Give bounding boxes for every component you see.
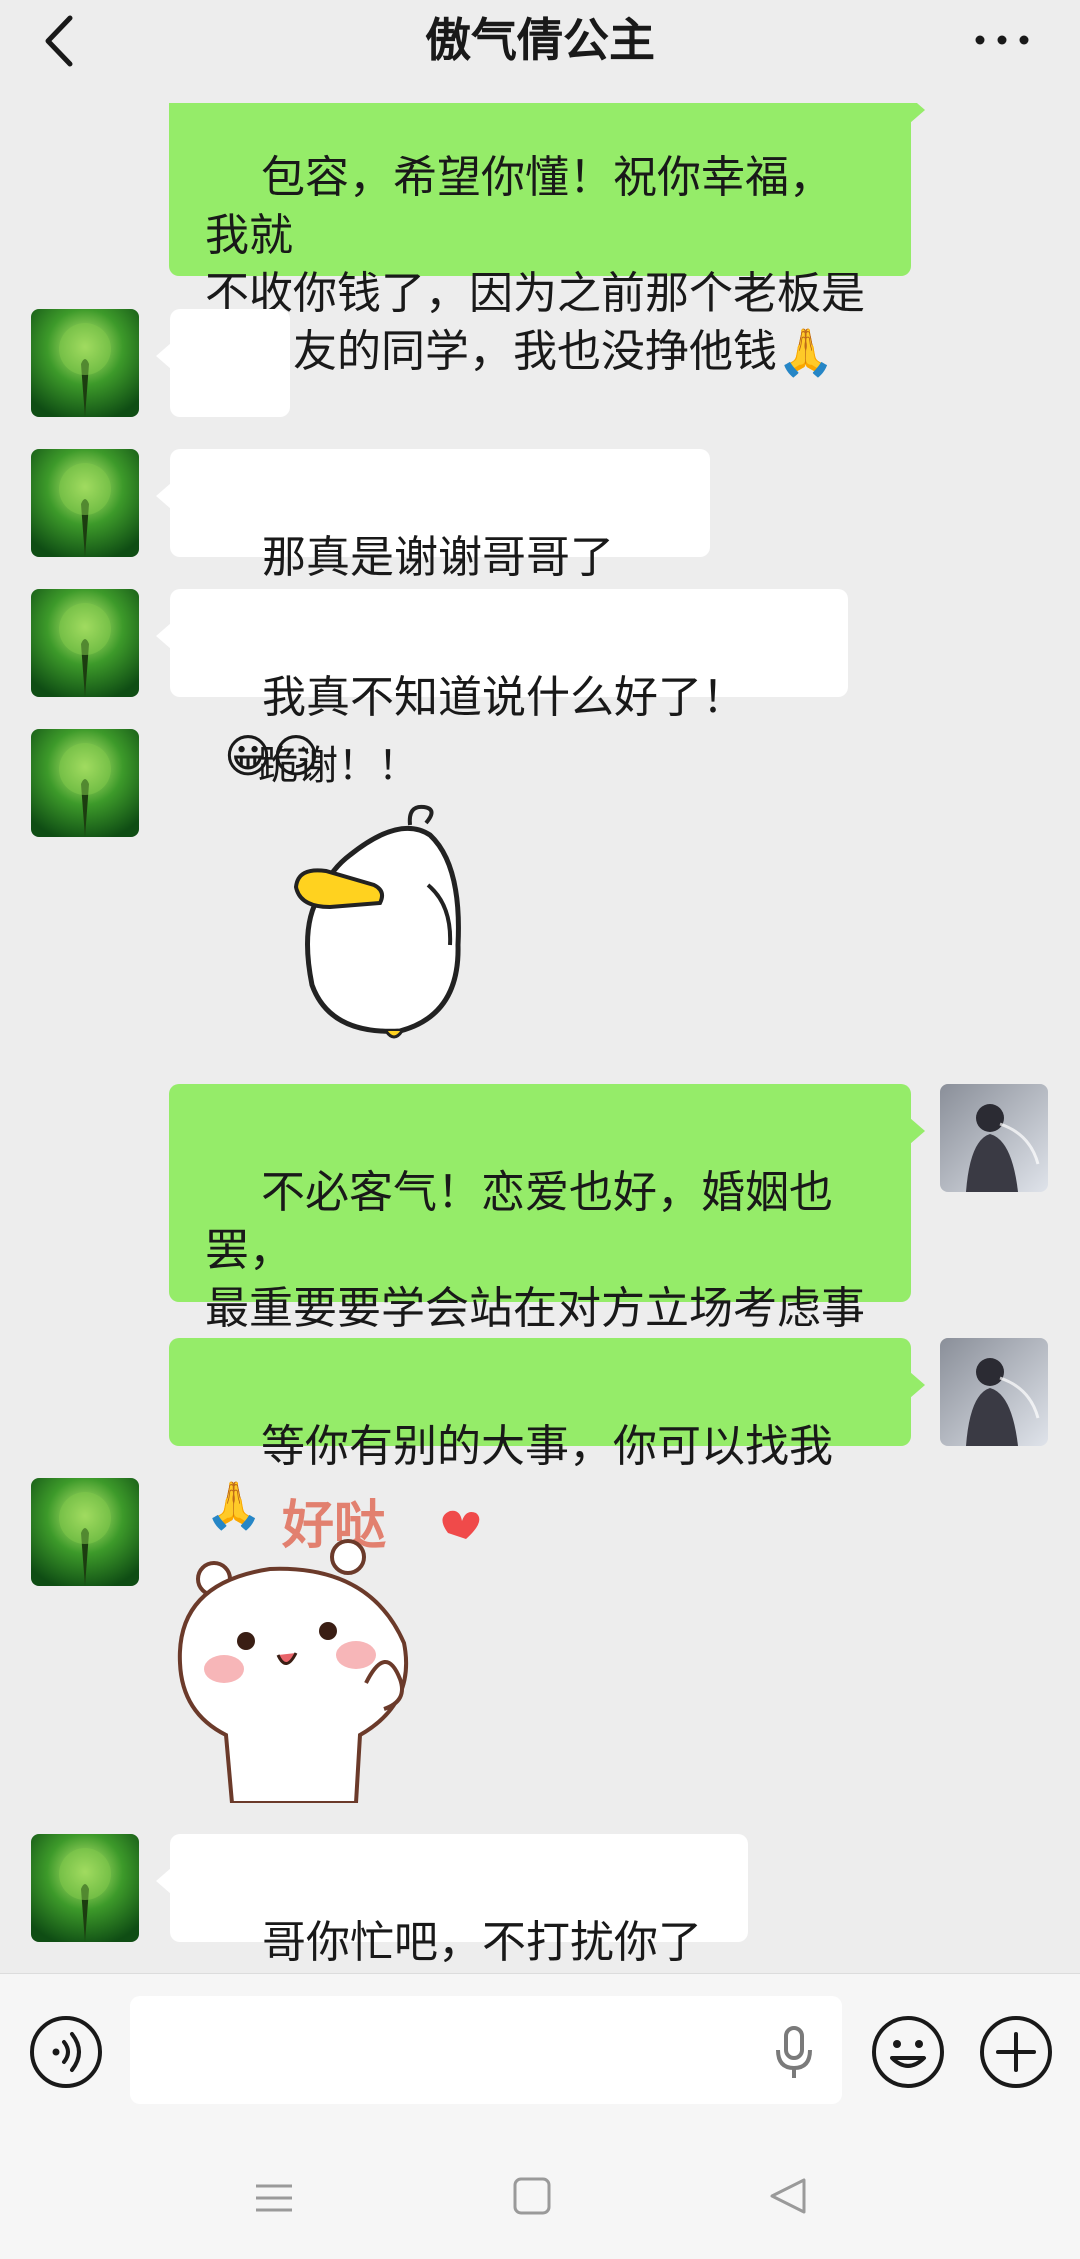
avatar-contact[interactable]: [31, 589, 139, 697]
message-bubble-outgoing[interactable]: 包容，希望你懂！祝你幸福，我就 不收你钱了，因为之前那个老板是 我朋友的同学，我…: [169, 103, 925, 379]
avatar-self[interactable]: [940, 1084, 1048, 1192]
more-dots-icon[interactable]: [972, 30, 1032, 50]
message-bubble-incoming[interactable]: 😍: [156, 309, 290, 503]
message-input[interactable]: [130, 1996, 842, 2104]
chat-title: 傲气倩公主: [425, 13, 655, 67]
avatar-contact[interactable]: [31, 449, 139, 557]
duck-sticker[interactable]: 跪谢！！: [250, 725, 510, 1045]
avatar-image: [31, 589, 139, 697]
avatar-contact[interactable]: [31, 1478, 139, 1586]
home-square-icon[interactable]: [512, 2176, 552, 2216]
plus-circle-icon[interactable]: [978, 2014, 1054, 2090]
message-text: 包容，希望你懂！祝你幸福，我就 不收你钱了，因为之前那个老板是 我朋友的同学，我…: [205, 152, 865, 377]
avatar-image: [31, 729, 139, 837]
pray-emoji: 🙏: [777, 325, 835, 379]
avatar-image: [31, 1478, 139, 1586]
voice-icon[interactable]: [28, 2014, 104, 2090]
message-text: 那真是谢谢哥哥了: [261, 532, 614, 583]
duck-icon: [293, 804, 461, 1039]
bear-sticker[interactable]: 好哒: [170, 1473, 510, 1803]
sticker-caption: 跪谢！！: [258, 743, 418, 789]
avatar-image: [31, 1834, 139, 1942]
bear-icon: [177, 1510, 480, 1803]
avatar-image: [940, 1084, 1048, 1192]
message-bubble-incoming[interactable]: 我真不知道说什么好了！😀😏: [156, 589, 848, 783]
system-nav-bar: [0, 2140, 1080, 2259]
message-bubble-incoming[interactable]: 哥你忙吧，不打扰你了🫡: [156, 1834, 748, 1968]
message-bubble-incoming[interactable]: 那真是谢谢哥哥了🤭🤭: [156, 449, 710, 643]
avatar-contact[interactable]: [31, 309, 139, 417]
avatar-image: [31, 309, 139, 417]
avatar-self[interactable]: [940, 1338, 1048, 1446]
avatar-contact[interactable]: [31, 729, 139, 837]
chevron-left-icon[interactable]: [34, 10, 90, 72]
menu-icon[interactable]: [254, 2178, 294, 2218]
avatar-image: [940, 1338, 1048, 1446]
message-bubble-outgoing[interactable]: 不必客气！恋爱也好，婚姻也罢， 最重要要学会站在对方立场考虑事 情: [169, 1084, 925, 1392]
avatar-contact[interactable]: [31, 1834, 139, 1942]
message-text: 我真不知道说什么好了！: [261, 672, 746, 723]
message-bubble-outgoing[interactable]: 等你有别的大事，你可以找我🙏: [169, 1338, 925, 1532]
message-text: 哥你忙吧，不打扰你了: [261, 1917, 702, 1968]
back-triangle-icon[interactable]: [768, 2176, 808, 2216]
chat-message-list[interactable]: 包容，希望你懂！祝你幸福，我就 不收你钱了，因为之前那个老板是 我朋友的同学，我…: [0, 103, 1080, 1973]
chat-header: 傲气倩公主: [0, 0, 1080, 103]
message-text: 等你有别的大事，你可以找我: [260, 1421, 833, 1472]
avatar-image: [31, 449, 139, 557]
microphone-icon[interactable]: [770, 2024, 818, 2080]
smiley-face-icon[interactable]: [870, 2014, 946, 2090]
